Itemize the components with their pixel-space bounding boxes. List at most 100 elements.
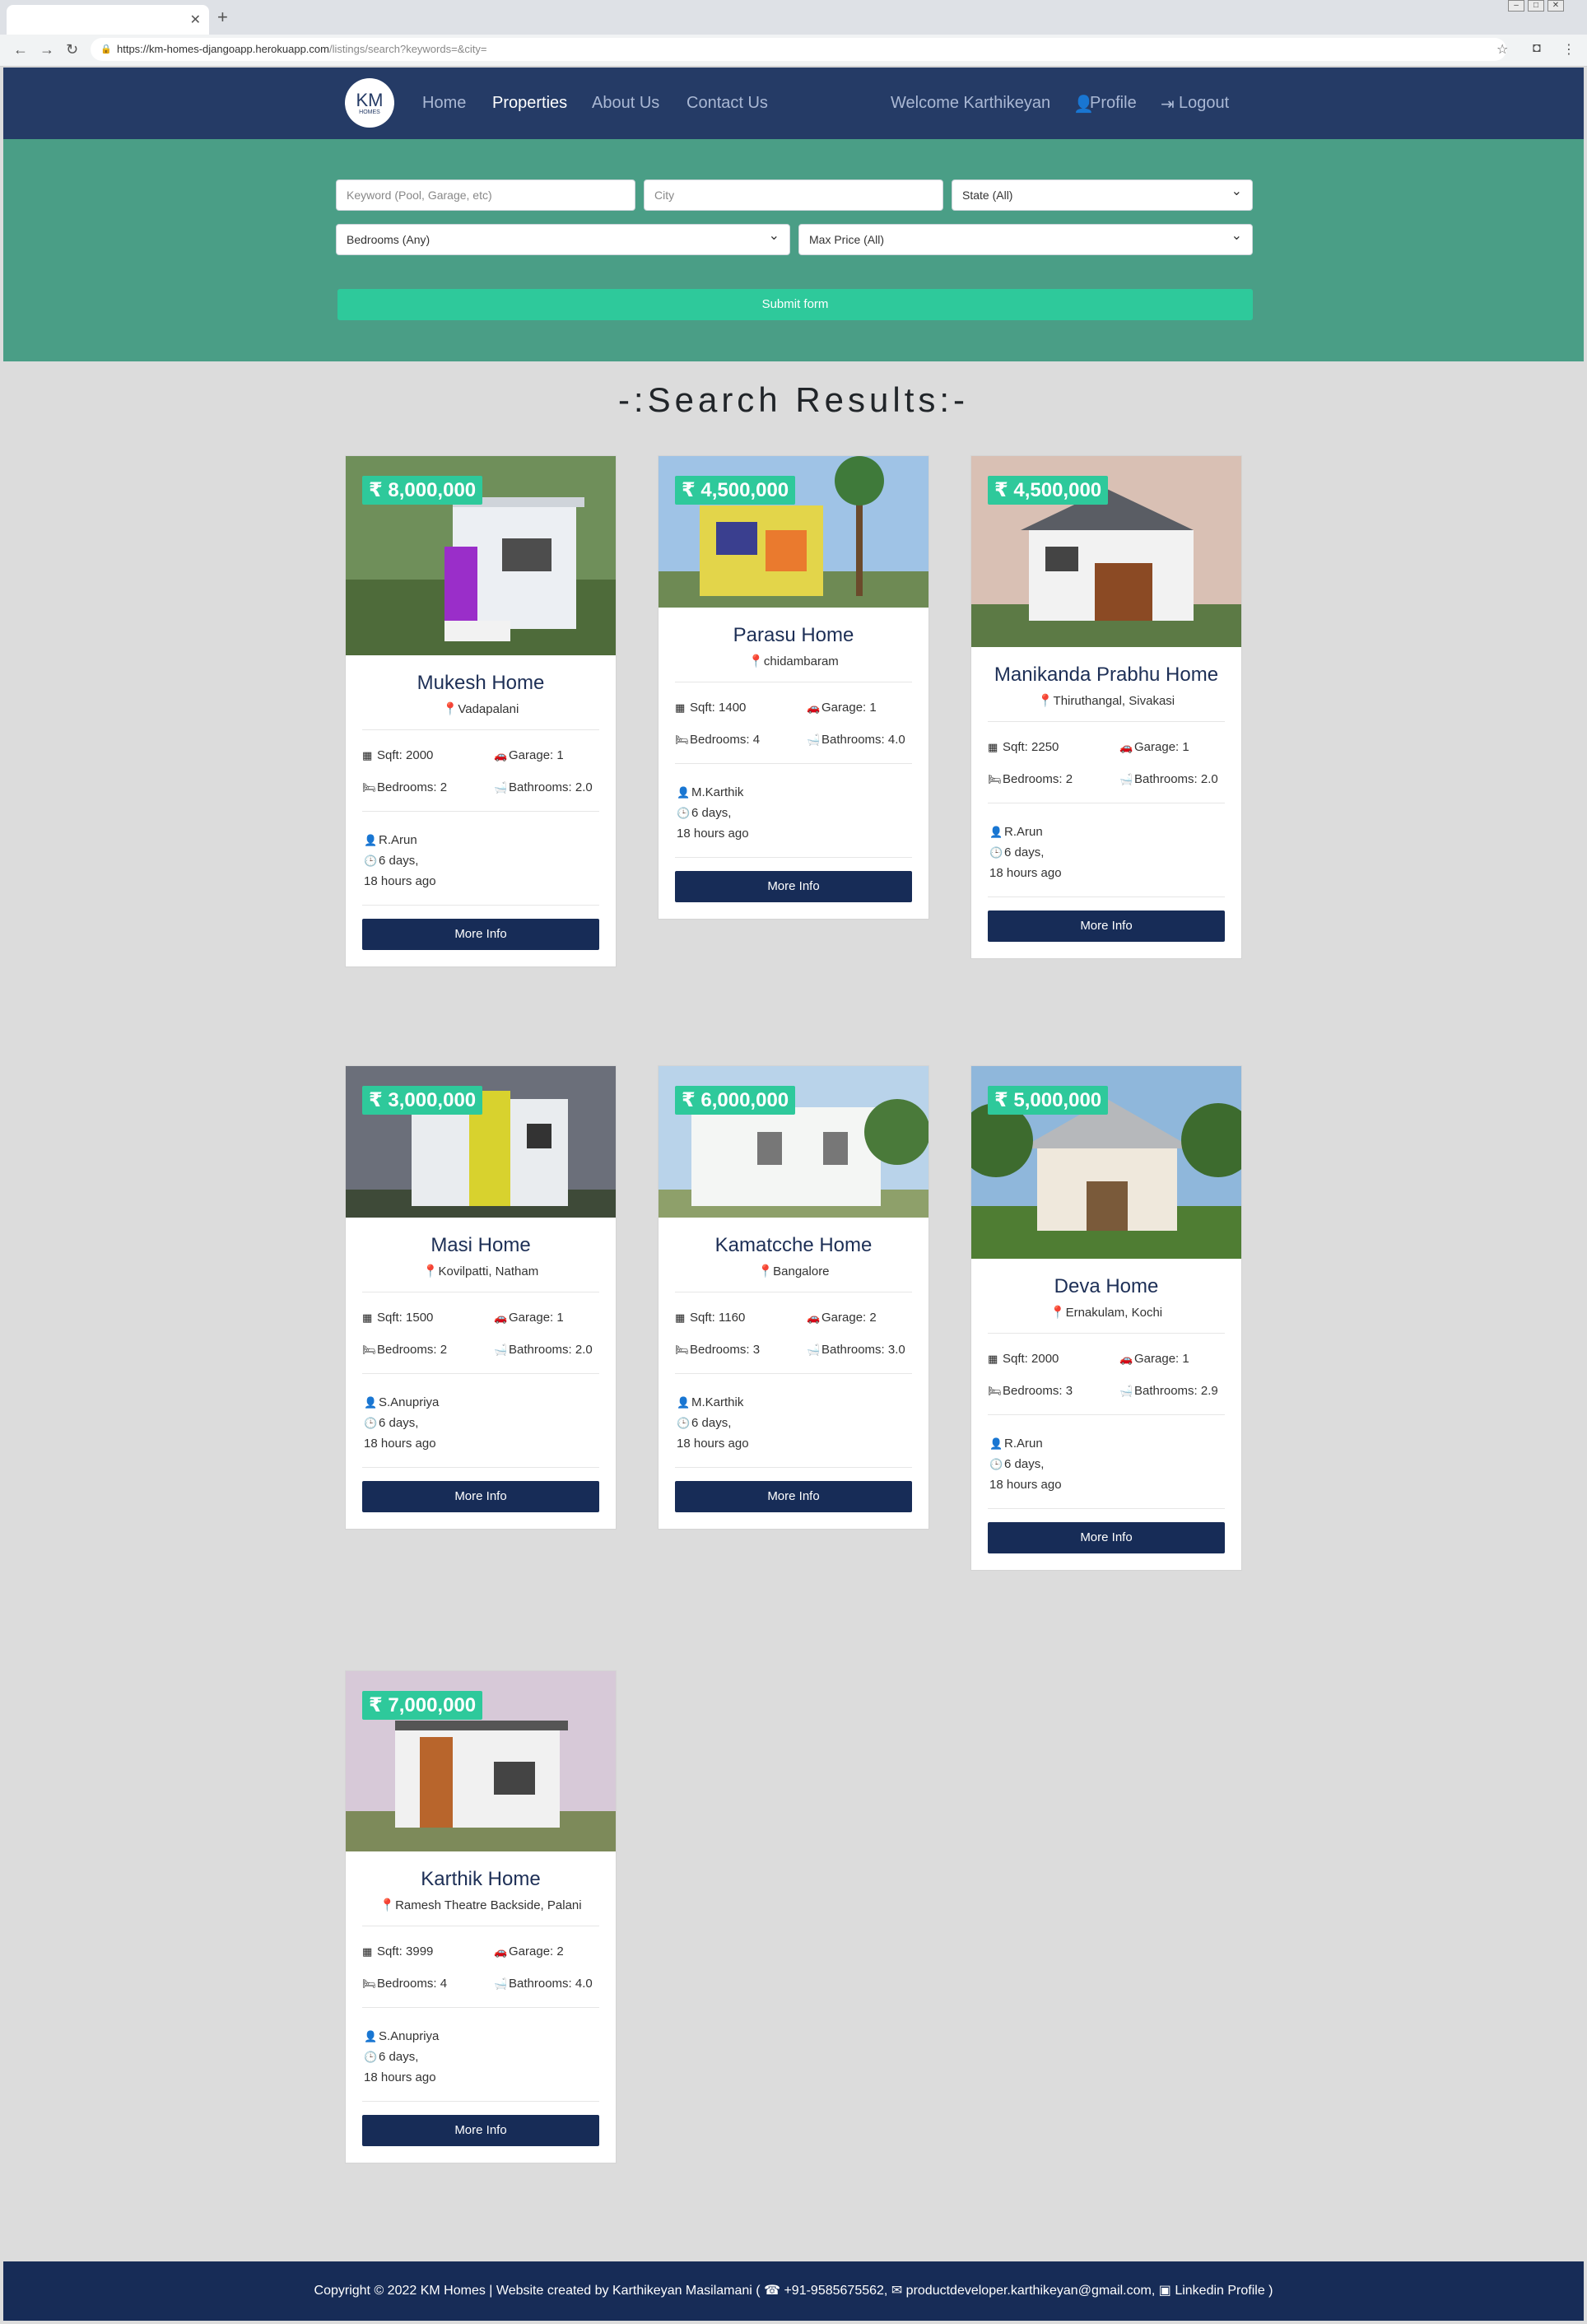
nav-home[interactable]: Home [422, 94, 466, 113]
nav-profile[interactable]: Profile [1090, 94, 1137, 113]
divider [988, 1508, 1225, 1509]
listing-title: Manikanda Prabhu Home [994, 664, 1219, 686]
divider [362, 2007, 599, 2008]
bath-icon: 🛁 [1119, 773, 1133, 785]
nav-contact[interactable]: Contact Us [686, 94, 768, 113]
user-icon: 👤 [989, 1437, 1003, 1450]
garage-label: Garage: [1134, 740, 1183, 754]
realtor-name: R.Arun [379, 833, 417, 847]
garage-label: Garage: [1134, 1352, 1183, 1366]
price-badge: ₹ 4,500,000 [675, 476, 796, 505]
window-close-icon[interactable]: ✕ [1547, 0, 1564, 12]
address-bar[interactable]: 🔒 https://km-homes-djangoapp.herokuapp.c… [91, 38, 1506, 61]
bathrooms-label: Bathrooms: [509, 1343, 575, 1357]
listed-time: 6 days, [379, 2050, 419, 2064]
price-badge: ₹ 6,000,000 [675, 1086, 796, 1115]
car-icon: 🚗 [494, 1311, 508, 1324]
clock-icon: 🕒 [364, 2051, 378, 2063]
bed-icon: 🛏 [675, 734, 689, 746]
location-text: Ernakulam, Kochi [1065, 1306, 1163, 1320]
listed-time-rest: 18 hours ago [364, 874, 436, 888]
listing-meta: 👤 M.Karthik 🕒 6 days, 18 hours ago [659, 777, 928, 844]
footer-email[interactable]: productdeveloper.karthikeyan@gmail.com, [906, 2284, 1156, 2298]
more-info-button[interactable]: More Info [675, 871, 912, 902]
user-icon: 👤 [677, 786, 691, 799]
close-tab-icon[interactable]: ✕ [190, 12, 201, 28]
bathrooms-label: Bathrooms: [821, 733, 888, 747]
more-info-button[interactable]: More Info [988, 911, 1225, 942]
grid-icon: ▦ [362, 1311, 373, 1324]
sqft-spec: ▦ Sqft: 3999 [362, 1944, 494, 1958]
bed-icon: 🛏 [988, 1385, 1002, 1397]
forward-icon[interactable]: → [40, 41, 54, 58]
bath-icon: 🛁 [494, 1344, 508, 1356]
bedrooms-value: 3 [1065, 1384, 1073, 1398]
nav-properties[interactable]: Properties [492, 94, 567, 113]
footer-phone[interactable]: +91-9585675562, [784, 2284, 887, 2298]
bedrooms-spec: 🛏Bedrooms: 4 [675, 733, 807, 747]
browser-tab[interactable]: ✕ [7, 5, 209, 35]
back-icon[interactable]: ← [13, 41, 28, 58]
listed-time-rest: 18 hours ago [364, 2070, 436, 2084]
divider [988, 1333, 1225, 1334]
more-info-button[interactable]: More Info [675, 1481, 912, 1512]
minimize-icon[interactable]: – [1508, 0, 1524, 12]
listing-photo: ₹ 6,000,000 [659, 1066, 928, 1218]
divider [362, 1467, 599, 1468]
sqft-value: 1160 [719, 1311, 746, 1325]
sqft-value: 2000 [406, 748, 434, 762]
more-info-button[interactable]: More Info [362, 919, 599, 950]
bathrooms-spec: 🛁 Bathrooms: 3.0 [807, 1343, 930, 1357]
max-price-select[interactable]: Max Price (All) [798, 221, 1253, 255]
sqft-spec: ▦ Sqft: 1500 [362, 1311, 494, 1325]
nav-logout[interactable]: Logout [1179, 94, 1229, 113]
site-logo[interactable]: KM HOMES [345, 78, 394, 128]
new-tab-icon[interactable]: + [217, 7, 228, 28]
listing-meta: 👤 R.Arun 🕒 6 days, 18 hours ago [346, 825, 616, 892]
bathrooms-value: 4.0 [887, 733, 905, 747]
listing-specs: ▦ Sqft: 2000 🚗 Garage: 1 🛏Bedrooms: 2 🛁 Bat… [346, 743, 616, 798]
state-select[interactable]: State (All) [952, 177, 1253, 211]
listed-time: 6 days, [691, 1416, 732, 1430]
listing-meta: 👤 R.Arun 🕒 6 days, 18 hours ago [971, 1428, 1241, 1495]
sqft-label: Sqft: [377, 1944, 407, 1958]
garage-value: 1 [556, 1311, 564, 1325]
garage-spec: 🚗 Garage: 1 [494, 1311, 617, 1325]
more-info-button[interactable]: More Info [362, 1481, 599, 1512]
divider [675, 763, 912, 764]
reload-icon[interactable]: ↻ [66, 41, 78, 58]
camera-icon[interactable]: ◘ [1533, 41, 1541, 56]
clock-icon: 🕒 [677, 1417, 691, 1429]
more-info-button[interactable]: More Info [988, 1522, 1225, 1553]
location-text: Ramesh Theatre Backside, Palani [395, 1898, 582, 1912]
price-badge: ₹ 4,500,000 [988, 476, 1109, 505]
more-info-button[interactable]: More Info [362, 2115, 599, 2146]
keyword-input[interactable]: Keyword (Pool, Garage, etc) [336, 179, 635, 211]
sqft-label: Sqft: [1003, 1352, 1032, 1366]
menu-icon[interactable]: ⋮ [1562, 41, 1575, 58]
realtor-name: R.Arun [1004, 825, 1043, 839]
url-host: https://km-homes-djangoapp.herokuapp.com [117, 43, 329, 55]
bathrooms-spec: 🛁 Bathrooms: 4.0 [494, 1977, 617, 1991]
footer-linkedin[interactable]: Linkedin Profile ) [1175, 2284, 1273, 2298]
listed-time: 6 days, [691, 806, 732, 820]
city-input[interactable]: City [644, 179, 943, 211]
bedrooms-select[interactable]: Bedrooms (Any) [336, 221, 790, 255]
maximize-icon[interactable]: □ [1528, 0, 1544, 12]
sqft-value: 2000 [1031, 1352, 1059, 1366]
bookmark-star-icon[interactable]: ☆ [1496, 41, 1508, 58]
clock-icon: 🕒 [364, 855, 378, 867]
nav-about[interactable]: About Us [592, 94, 659, 113]
listing-specs: ▦ Sqft: 2250 🚗 Garage: 1 🛏Bedrooms: 2 🛁 Bat… [971, 735, 1241, 789]
realtor-name: M.Karthik [691, 1395, 744, 1409]
divider [988, 721, 1225, 722]
garage-label: Garage: [509, 748, 557, 762]
sqft-label: Sqft: [377, 748, 407, 762]
nav-welcome[interactable]: Welcome Karthikeyan [891, 94, 1050, 113]
listed-time-rest: 18 hours ago [677, 1437, 749, 1451]
bedrooms-label: Bedrooms: [1003, 1384, 1066, 1398]
garage-value: 1 [556, 748, 564, 762]
user-icon: 👤 [364, 1396, 378, 1409]
submit-button[interactable]: Submit form [337, 289, 1253, 320]
bathrooms-value: 4.0 [575, 1977, 593, 1991]
